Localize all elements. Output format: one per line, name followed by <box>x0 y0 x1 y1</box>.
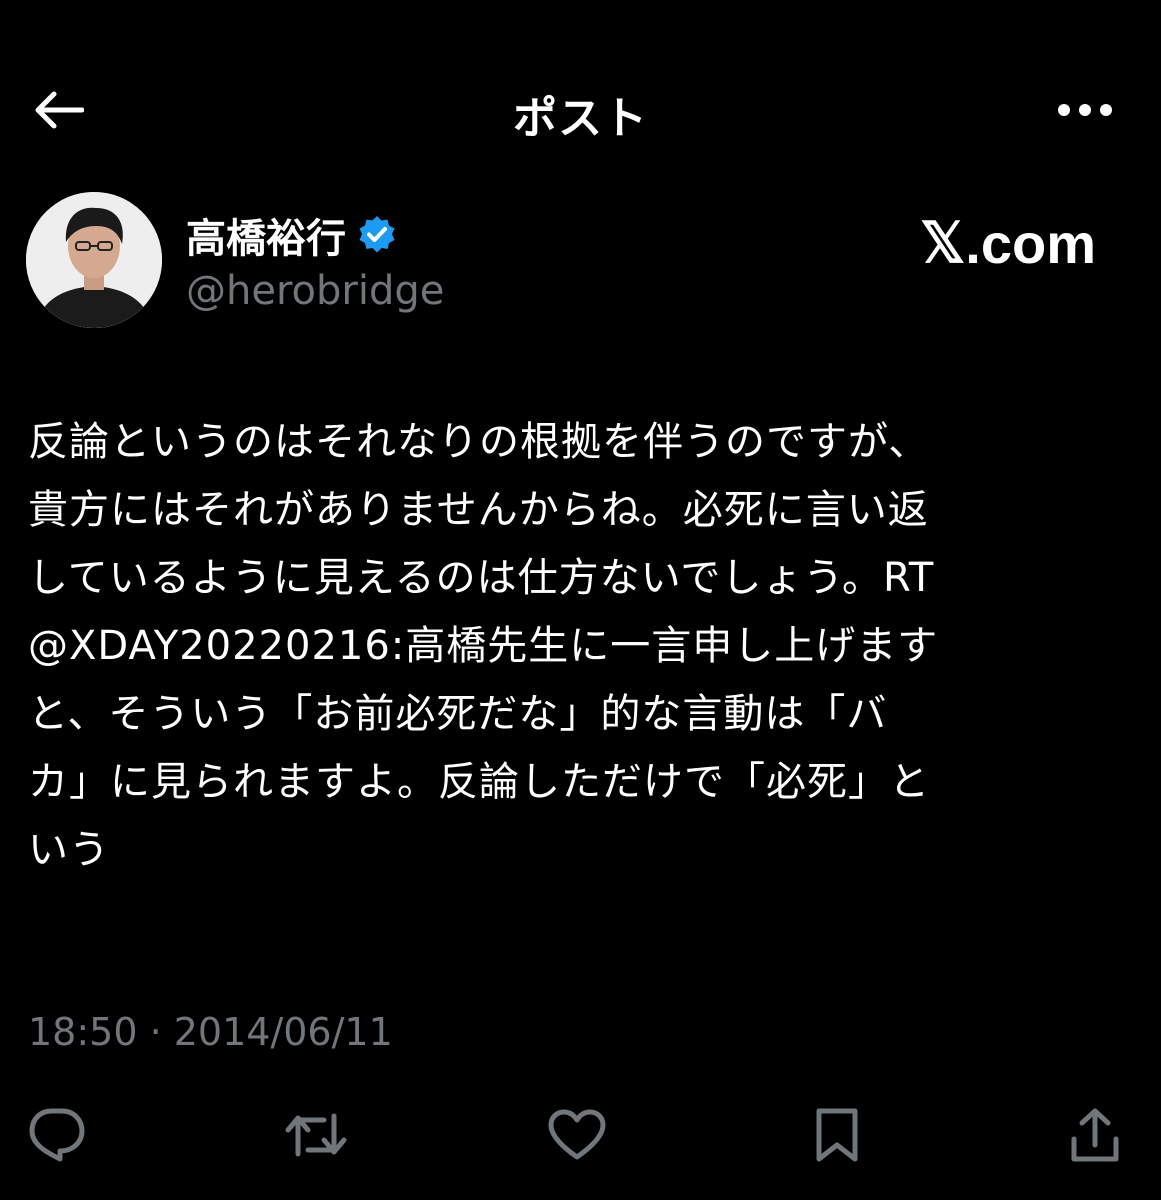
like-button[interactable] <box>542 1100 612 1170</box>
share-button[interactable] <box>1060 1100 1130 1170</box>
bookmark-icon <box>815 1107 859 1163</box>
author-handle[interactable]: @herobridge <box>186 268 444 314</box>
author-name[interactable]: 高橋裕行 <box>186 206 346 264</box>
top-bar: ポスト <box>0 60 1161 160</box>
verified-badge-icon <box>356 214 398 256</box>
post-timestamp[interactable]: 18:50 · 2014/06/11 <box>28 1010 393 1054</box>
retweet-icon <box>284 1110 348 1160</box>
avatar[interactable] <box>26 192 162 328</box>
brand-suffix: .com <box>965 211 1096 275</box>
reply-button[interactable] <box>22 1100 92 1170</box>
share-icon <box>1070 1107 1120 1163</box>
action-bar <box>0 1100 1161 1170</box>
more-horizontal-icon <box>1057 103 1113 117</box>
retweet-button[interactable] <box>281 1100 351 1170</box>
page-title: ポスト <box>513 93 648 144</box>
post-author: 高橋裕行 @herobridge 𝕏 .com <box>26 192 1136 332</box>
brand-watermark: 𝕏 .com <box>920 210 1096 276</box>
x-logo-text: 𝕏 <box>920 211 966 274</box>
bookmark-button[interactable] <box>802 1100 872 1170</box>
more-button[interactable] <box>1053 88 1117 132</box>
author-name-row: 高橋裕行 <box>186 206 398 264</box>
reply-icon <box>28 1107 86 1163</box>
like-icon <box>547 1109 607 1161</box>
post-text: 反論というのはそれなりの根拠を伴うのですが、 貴方にはそれがありませんからね。必… <box>28 419 939 873</box>
